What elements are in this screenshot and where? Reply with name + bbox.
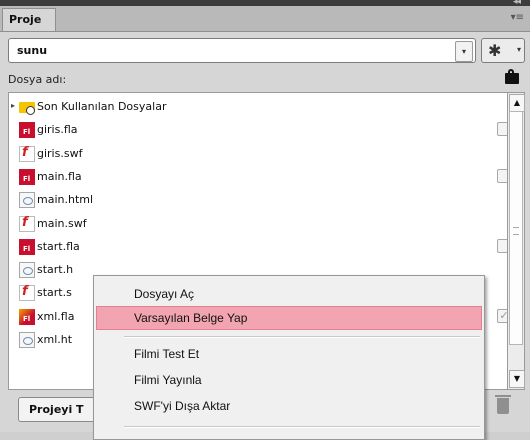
fla-file-icon: Fl <box>19 238 35 255</box>
file-row[interactable]: f giris.swf <box>9 142 507 166</box>
chevron-down-icon[interactable]: ▾ <box>455 41 473 62</box>
file-name: xml.fla <box>37 309 75 323</box>
publish-checkbox[interactable] <box>497 122 507 137</box>
file-name: start.h <box>37 263 74 277</box>
scroll-down-arrow-icon[interactable]: ▼ <box>509 370 525 388</box>
swf-file-icon: f <box>19 145 35 162</box>
file-name: Son Kullanılan Dosyalar <box>37 100 167 113</box>
html-file-icon <box>19 332 35 348</box>
file-name: main.fla <box>37 169 82 183</box>
project-dropdown[interactable]: sunu ▾ <box>8 38 476 63</box>
tab-proje[interactable]: Proje <box>2 8 56 31</box>
menu-item-export-swf[interactable]: SWF'yi Dışa Aktar <box>96 394 482 418</box>
file-name: main.html <box>37 193 94 207</box>
settings-button[interactable]: ✱ ▾ <box>481 38 525 63</box>
file-row[interactable]: Fl giris.fla <box>9 118 507 142</box>
menu-item-label: SWF'yi Dışa Aktar <box>134 399 231 413</box>
menu-item-test-movie[interactable]: Filmi Test Et <box>96 342 482 366</box>
grip-icon <box>513 227 519 235</box>
scrollbar[interactable]: ▲ ▼ <box>507 92 525 390</box>
menu-item-open-file[interactable]: Dosyayı Aç <box>96 282 482 306</box>
swf-file-icon: f <box>19 284 35 302</box>
menu-item-set-default-document[interactable]: Varsayılan Belge Yap <box>96 306 482 330</box>
gear-icon: ✱ <box>488 41 502 60</box>
file-name: xml.ht <box>37 333 73 346</box>
lock-icon[interactable] <box>505 69 519 84</box>
test-project-button[interactable]: Projeyi T <box>18 397 98 422</box>
publish-checkbox[interactable]: ✓ <box>497 308 507 323</box>
html-file-icon <box>19 192 35 209</box>
menu-item-label: Filmi Yayınla <box>134 373 202 387</box>
publish-checkbox[interactable] <box>497 168 507 183</box>
publish-checkbox[interactable] <box>497 238 507 253</box>
file-row[interactable]: Fl main.fla <box>9 165 507 189</box>
tab-bar: Proje ▾≡ <box>0 6 530 32</box>
folder-row[interactable]: ▸ Son Kullanılan Dosyalar <box>9 95 507 119</box>
tab-label: Proje <box>9 13 42 26</box>
menu-item-label: Dosyayı Aç <box>134 287 195 301</box>
file-name: giris.swf <box>37 146 83 160</box>
file-name: main.swf <box>37 216 87 230</box>
recent-folder-icon <box>19 102 35 115</box>
menu-separator <box>124 336 480 338</box>
file-name: giris.fla <box>37 123 78 137</box>
swf-file-icon: f <box>19 215 35 232</box>
menu-item-label: Filmi Test Et <box>134 347 200 361</box>
file-name: start.fla <box>37 239 80 253</box>
chevron-down-icon: ▾ <box>516 45 521 54</box>
html-file-icon <box>19 262 35 279</box>
context-menu: Dosyayı Aç Varsayılan Belge Yap Filmi Te… <box>93 275 485 440</box>
file-row[interactable]: main.html <box>9 188 507 212</box>
panel-menu-icon[interactable]: ▾≡ <box>511 12 524 23</box>
file-list-header: Dosya adı: <box>8 69 525 90</box>
fla-file-icon: Fl <box>19 308 35 325</box>
scrollbar-thumb[interactable] <box>509 111 523 345</box>
file-row[interactable]: f main.swf <box>9 212 507 236</box>
file-name: start.s <box>37 286 72 300</box>
expand-arrow-icon[interactable]: ▸ <box>11 101 15 110</box>
scroll-up-arrow-icon[interactable]: ▲ <box>509 94 525 112</box>
file-name-column-label: Dosya adı: <box>8 73 67 86</box>
menu-item-label: Varsayılan Belge Yap <box>134 311 248 325</box>
project-dropdown-value: sunu <box>17 44 48 57</box>
trash-icon[interactable] <box>495 395 511 414</box>
menu-item-publish-movie[interactable]: Filmi Yayınla <box>96 368 482 392</box>
fla-file-icon: Fl <box>19 122 35 139</box>
fla-file-icon: Fl <box>19 168 35 185</box>
menu-separator <box>124 426 480 428</box>
file-row[interactable]: Fl start.fla <box>9 235 507 259</box>
